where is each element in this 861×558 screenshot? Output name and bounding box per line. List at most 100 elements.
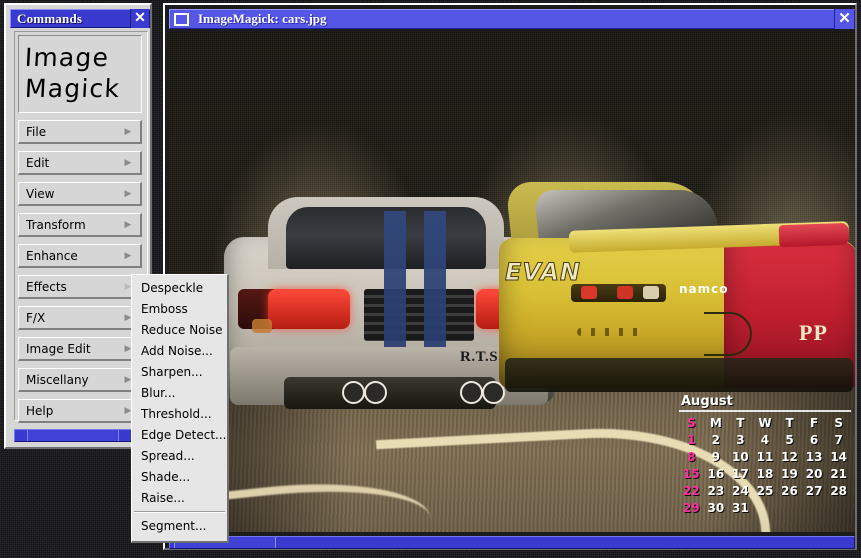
menu-button-file[interactable]: File ▶ — [18, 120, 142, 144]
menu-button-label: Transform — [26, 217, 86, 232]
chevron-right-icon: ▶ — [124, 157, 132, 167]
calendar-weekday-sat: S — [834, 415, 844, 430]
calendar-weekday-fri: F — [809, 415, 819, 430]
menu-item-threshold[interactable]: Threshold... — [132, 404, 227, 425]
calendar-day: 28 — [830, 483, 848, 498]
commands-window-title: Commands — [17, 10, 83, 26]
menu-item-edge-detect[interactable]: Edge Detect... — [132, 425, 227, 446]
silver-taillight-left — [268, 289, 350, 329]
calendar-day: 15 — [682, 466, 700, 481]
calendar-day: 22 — [682, 483, 700, 498]
calendar-weekday-mon: M — [709, 415, 722, 430]
calendar-weekday-wed: W — [758, 415, 772, 430]
calendar-day: 12 — [781, 449, 798, 464]
calendar-week-row: 15 16 17 18 19 20 21 — [679, 465, 851, 482]
menu-button-label: Image Edit — [26, 341, 91, 356]
commands-titlebar[interactable]: Commands ✕ — [10, 9, 150, 28]
menu-item-spread[interactable]: Spread... — [132, 446, 227, 467]
calendar-week-row: 8 9 10 11 12 13 14 — [679, 448, 851, 465]
menu-button-label: Edit — [26, 155, 50, 170]
calendar-day: 10 — [732, 449, 749, 464]
menu-button-miscellany[interactable]: Miscellany ▶ — [18, 368, 142, 392]
chevron-right-icon: ▶ — [124, 219, 132, 229]
menu-item-blur[interactable]: Blur... — [132, 383, 227, 404]
yellow-race-car: EVAN namco PP — [499, 182, 855, 397]
menu-item-emboss[interactable]: Emboss — [132, 299, 227, 320]
silver-exhaust-2 — [364, 381, 387, 404]
commands-panel-body: Image Magick File ▶ Edit ▶ View ▶ Transf… — [14, 31, 148, 423]
calendar-month-label: August — [681, 394, 733, 409]
calendar-day: 25 — [756, 483, 774, 498]
imagemagick-logo: Image Magick — [18, 35, 142, 113]
calendar-day: 16 — [707, 466, 725, 481]
menu-item-add-noise[interactable]: Add Noise... — [132, 341, 227, 362]
menu-separator — [134, 511, 225, 513]
menu-item-raise[interactable]: Raise... — [132, 488, 227, 509]
yellow-car-tow-hook — [704, 312, 752, 356]
menu-button-fx[interactable]: F/X ▶ — [18, 306, 142, 330]
calendar-day — [802, 499, 827, 516]
calendar-day — [777, 499, 802, 516]
menu-button-edit[interactable]: Edit ▶ — [18, 151, 142, 175]
window-menu-icon[interactable] — [174, 12, 189, 26]
menu-item-sharpen[interactable]: Sharpen... — [132, 362, 227, 383]
calendar-weekday-tue: T — [736, 415, 745, 430]
image-horizontal-scrollbar[interactable] — [169, 536, 855, 549]
menu-button-help[interactable]: Help ▶ — [18, 399, 142, 423]
silver-exhaust-3 — [460, 381, 483, 404]
calendar-week-row: 29 30 31 — [679, 499, 851, 516]
chevron-right-icon: ▶ — [124, 188, 132, 198]
chevron-right-icon: ▶ — [124, 250, 132, 260]
commands-window: Commands ✕ Image Magick File ▶ Edit ▶ Vi… — [4, 3, 152, 449]
close-icon[interactable]: ✕ — [130, 9, 149, 28]
yellow-car-sponsor-decal: namco — [679, 282, 729, 296]
calendar-weekday-thu: T — [785, 415, 794, 430]
menu-button-label: Miscellany — [26, 372, 89, 387]
photo-cars-jpg: R.T.S. EVAN namco PP August S M T W T F … — [169, 32, 855, 532]
image-canvas[interactable]: R.T.S. EVAN namco PP August S M T W T F … — [169, 32, 855, 532]
calendar-weekday-sun: S — [686, 415, 696, 430]
silver-indicator-light — [252, 319, 272, 333]
yellow-car-bumper — [505, 358, 853, 392]
calendar-day: 18 — [756, 466, 774, 481]
calendar-day: 29 — [682, 500, 700, 515]
calendar-day: 20 — [805, 466, 823, 481]
calendar-header-row: S M T W T F S — [679, 414, 851, 431]
yellow-car-rear-decal: PP — [799, 320, 828, 345]
menu-item-despeckle[interactable]: Despeckle — [132, 278, 227, 299]
image-window-title: ImageMagick: cars.jpg — [198, 11, 327, 26]
calendar-day: 24 — [732, 483, 749, 498]
calendar-week-row: 22 23 24 25 26 27 28 — [679, 482, 851, 499]
menu-button-effects[interactable]: Effects ▶ — [18, 275, 142, 299]
menu-button-label: Effects — [26, 279, 67, 294]
calendar-day: 23 — [707, 483, 725, 498]
image-window-titlebar[interactable]: ImageMagick: cars.jpg ✕ — [169, 9, 855, 29]
menu-button-image-edit[interactable]: Image Edit ▶ — [18, 337, 142, 361]
silver-car-grille — [364, 289, 474, 341]
yellow-car-side-text: EVAN — [505, 258, 581, 287]
scrollbar-thumb[interactable] — [27, 430, 119, 441]
menu-item-shade[interactable]: Shade... — [132, 467, 227, 488]
calendar-table: S M T W T F S 1 2 3 4 5 6 7 8 9 10 11 12… — [679, 414, 851, 516]
calendar-day: 6 — [809, 432, 819, 447]
effects-submenu[interactable]: Despeckle Emboss Reduce Noise Add Noise.… — [131, 274, 229, 543]
calendar-day: 14 — [830, 449, 848, 464]
calendar-day: 9 — [711, 449, 721, 464]
close-icon[interactable]: ✕ — [834, 9, 854, 29]
calendar-day: 7 — [834, 432, 843, 447]
commands-horizontal-scrollbar[interactable] — [14, 429, 148, 442]
calendar-day: 26 — [781, 483, 798, 498]
yellow-taillight-2 — [617, 286, 633, 299]
menu-item-reduce-noise[interactable]: Reduce Noise — [132, 320, 227, 341]
menu-button-transform[interactable]: Transform ▶ — [18, 213, 142, 237]
calendar-day — [753, 499, 778, 516]
silver-exhaust-1 — [342, 381, 365, 404]
menu-button-enhance[interactable]: Enhance ▶ — [18, 244, 142, 268]
logo-line-image: Image — [24, 43, 110, 72]
calendar-day: 31 — [732, 500, 749, 515]
menu-button-view[interactable]: View ▶ — [18, 182, 142, 206]
menu-item-segment[interactable]: Segment... — [132, 516, 227, 537]
calendar-divider — [679, 410, 851, 412]
image-window: ImageMagick: cars.jpg ✕ R.T.S. EVAN namc… — [163, 3, 857, 550]
calendar-day: 17 — [732, 466, 749, 481]
